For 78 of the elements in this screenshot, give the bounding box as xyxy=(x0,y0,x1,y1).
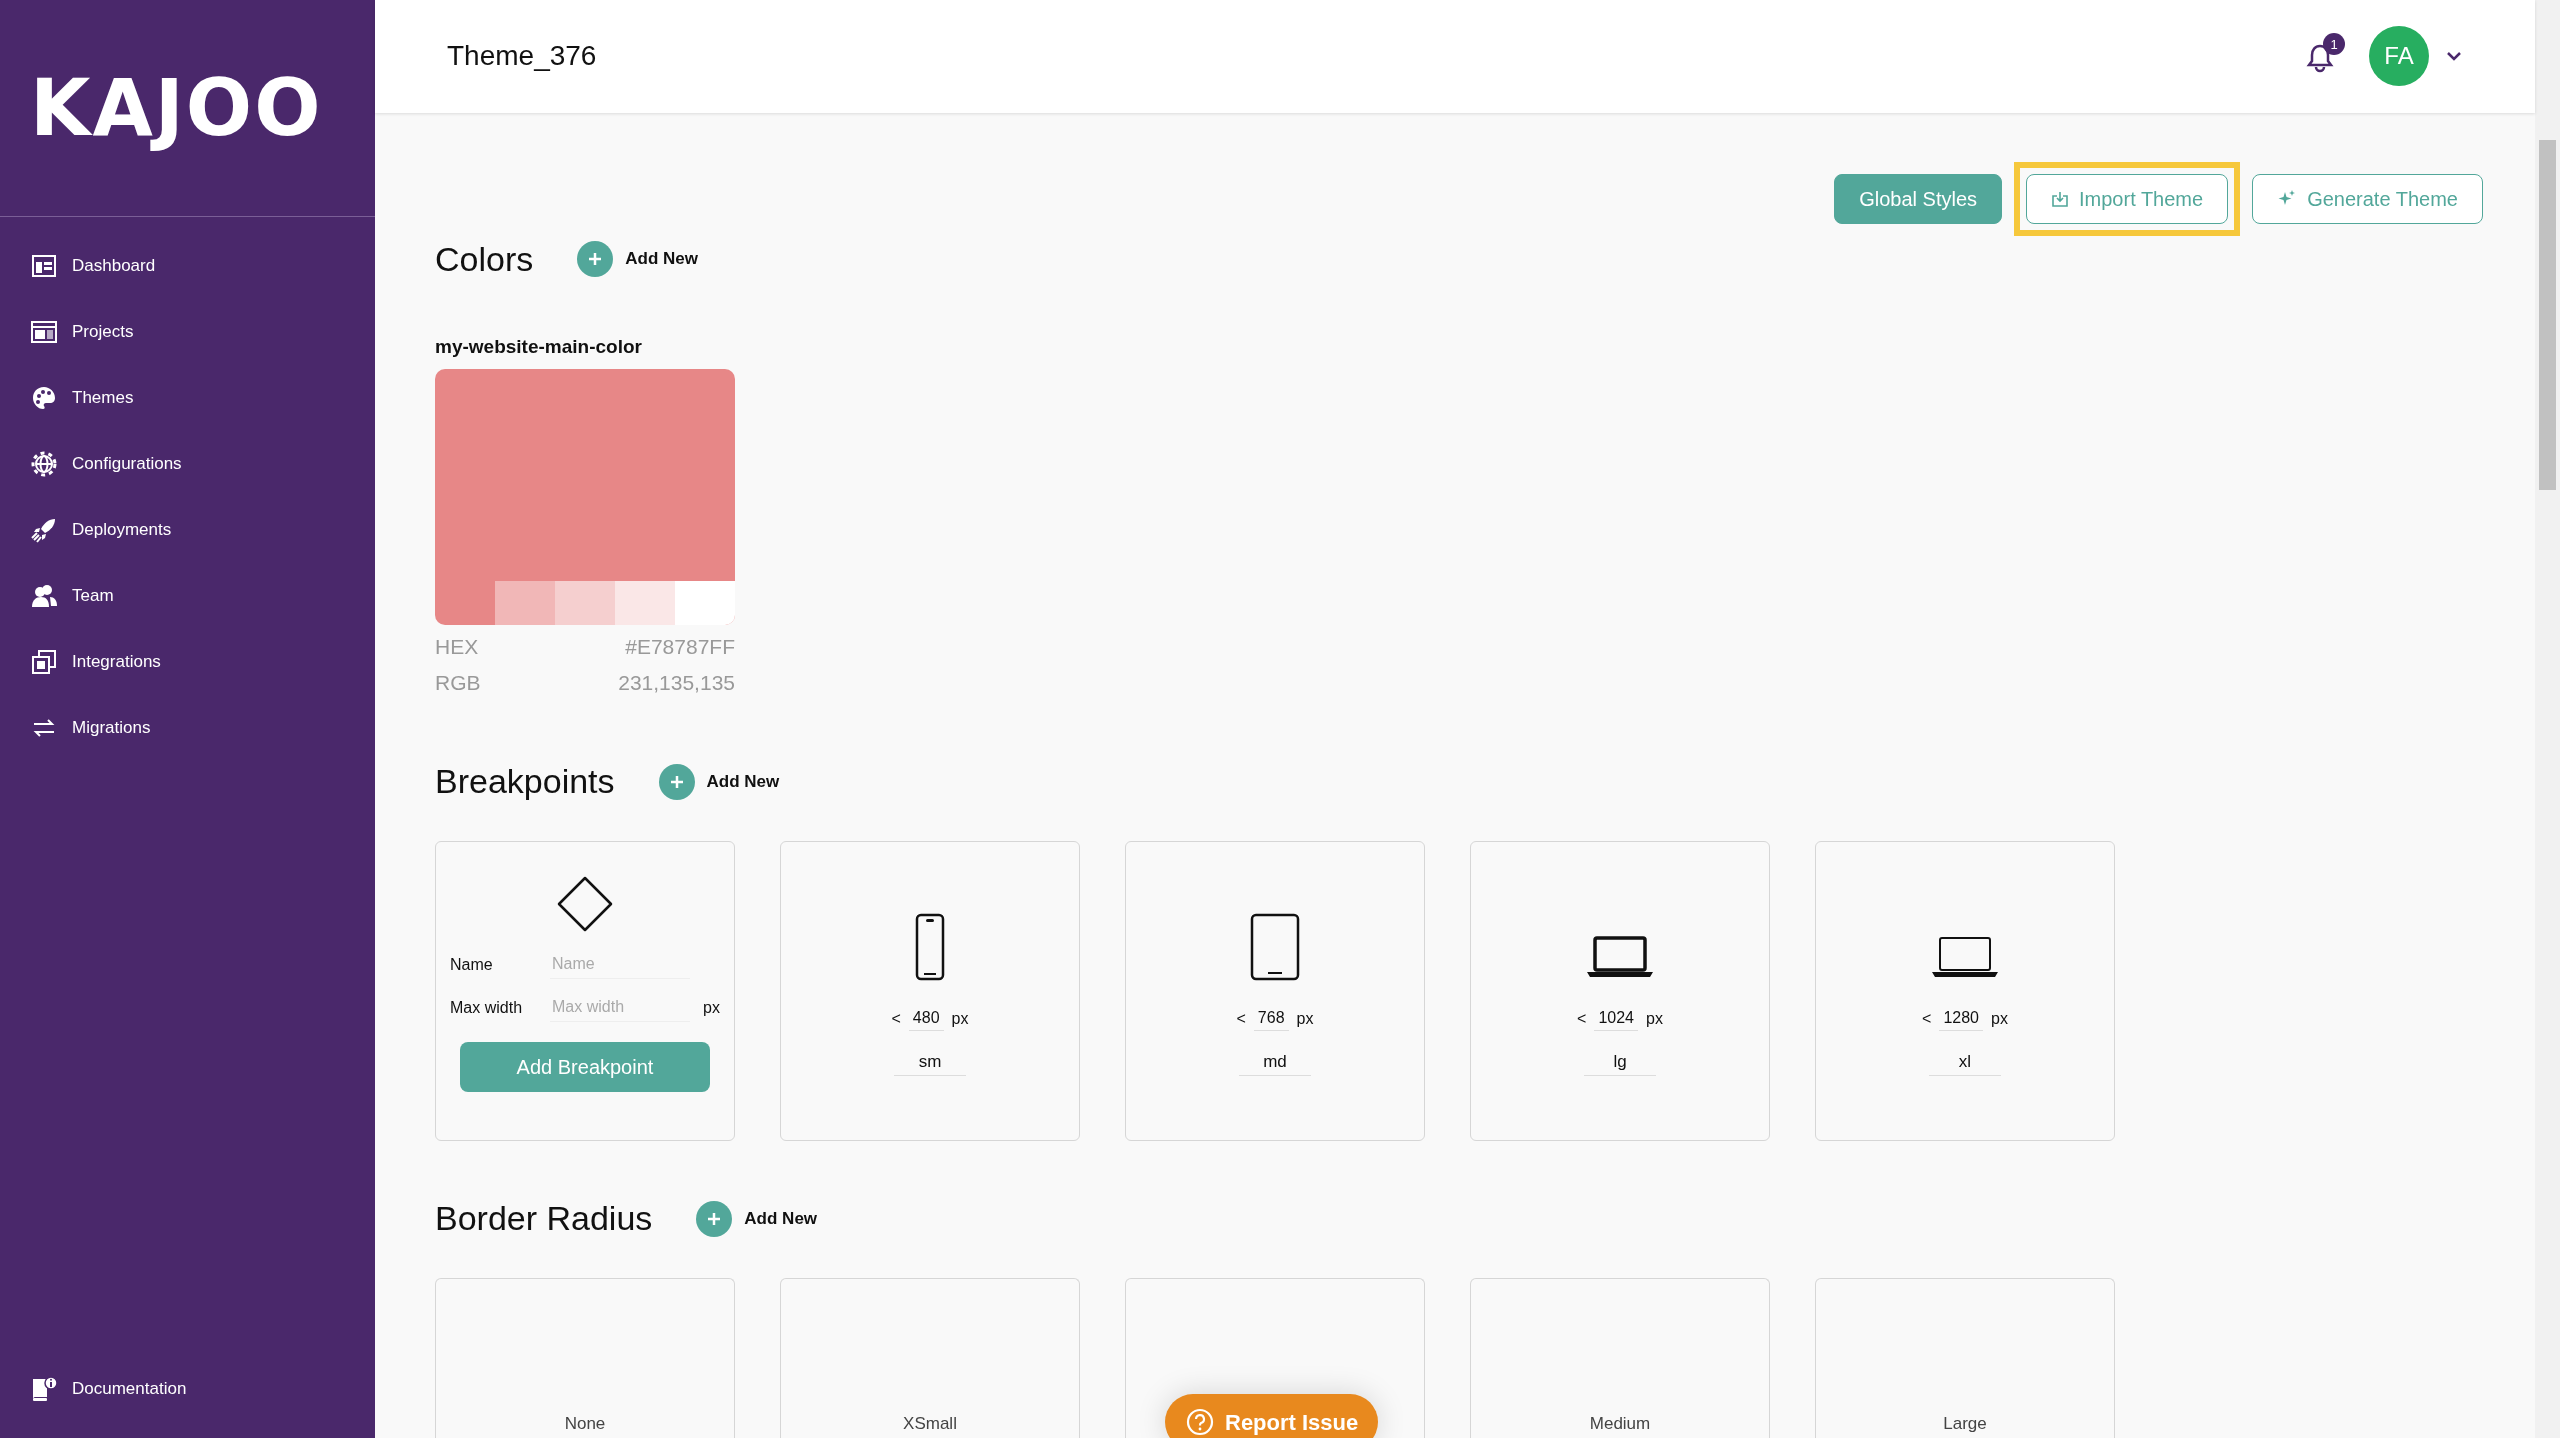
globe-gear-icon xyxy=(30,450,58,478)
unit-label: px xyxy=(1296,1008,1314,1029)
plus-icon xyxy=(658,763,695,800)
color-name: my-website-main-color xyxy=(435,334,643,359)
shade-swatch[interactable] xyxy=(675,581,735,625)
input-field[interactable]: Max width xyxy=(550,993,690,1022)
window-icon xyxy=(30,318,58,346)
sidebar-item[interactable]: Deployments xyxy=(0,497,375,563)
sidebar-item[interactable]: Migrations xyxy=(0,695,375,761)
section-heading: Breakpoints xyxy=(435,761,615,802)
plus-icon xyxy=(577,241,614,277)
color-value: #E78787FF xyxy=(625,634,735,660)
field-label: Max width xyxy=(450,997,524,1018)
less-than-sign: < xyxy=(1922,1008,1932,1029)
book-info-icon xyxy=(30,1375,58,1403)
less-than-sign: < xyxy=(1236,1008,1246,1029)
scrollbar-thumb[interactable] xyxy=(2539,140,2556,490)
shade-swatch[interactable] xyxy=(615,581,675,625)
breakpoint-width[interactable]: 1280 xyxy=(1939,1006,1983,1031)
radius-card[interactable]: Large xyxy=(1815,1278,2115,1438)
shade-swatch[interactable] xyxy=(495,581,555,625)
breakpoint-name[interactable]: lg xyxy=(1584,1049,1656,1076)
add-new-button[interactable]: Add New xyxy=(577,241,698,277)
color-swatch[interactable] xyxy=(435,369,735,625)
section-heading: Colors xyxy=(435,238,534,280)
sidebar-item[interactable]: Dashboard xyxy=(0,233,375,299)
bell-button[interactable]: 1 xyxy=(2299,33,2345,80)
radius-label: None xyxy=(564,1412,606,1435)
palette-icon xyxy=(30,384,58,412)
breakpoint-name[interactable]: sm xyxy=(894,1049,966,1076)
sidebar-item[interactable]: Projects xyxy=(0,299,375,365)
color-value: 231,135,135 xyxy=(618,669,735,696)
radius-card[interactable]: XSmall xyxy=(780,1278,1080,1438)
sidebar-item[interactable]: Team xyxy=(0,563,375,629)
rocket-icon xyxy=(30,516,58,544)
radius-label: XSmall xyxy=(903,1412,957,1435)
chevron-down-icon[interactable] xyxy=(2445,50,2463,63)
breakpoint-card[interactable]: < 480 px sm xyxy=(780,841,1080,1141)
radius-card[interactable]: None xyxy=(435,1278,735,1438)
breakpoint-name[interactable]: xl xyxy=(1929,1049,2001,1076)
download-icon xyxy=(2051,189,2070,208)
section-heading: Border Radius xyxy=(435,1198,653,1239)
sidebar-item[interactable]: Integrations xyxy=(0,629,375,695)
unit-label: px xyxy=(1991,1008,2008,1029)
breakpoint-width[interactable]: 480 xyxy=(908,1006,944,1031)
add-new-button[interactable]: Add New xyxy=(696,1200,818,1237)
people-icon xyxy=(30,582,58,610)
radius-label: Large xyxy=(1943,1412,1987,1435)
help-icon xyxy=(1185,1407,1215,1437)
squares-icon xyxy=(30,648,58,676)
field-label: Name xyxy=(450,954,494,975)
value-label: RGB xyxy=(435,669,481,696)
breakpoint-name[interactable]: md xyxy=(1239,1049,1311,1076)
dashboard-icon xyxy=(30,252,58,280)
less-than-sign: < xyxy=(891,1008,901,1029)
radius-card[interactable]: Medium xyxy=(1470,1278,1770,1438)
notification-badge: 1 xyxy=(2323,33,2345,56)
scrollbar[interactable] xyxy=(2535,0,2560,1438)
shade-swatch[interactable] xyxy=(555,581,615,625)
sidebar-item[interactable]: Documentation xyxy=(0,1356,375,1422)
unit-label: px xyxy=(951,1008,969,1029)
breakpoint-card[interactable]: < 1024 px lg xyxy=(1470,841,1770,1141)
breakpoint-width[interactable]: 768 xyxy=(1253,1006,1289,1031)
plus-icon xyxy=(696,1200,733,1237)
add-new-button[interactable]: Add New xyxy=(658,763,780,800)
unit-label: px xyxy=(703,997,720,1018)
radius-label: Medium xyxy=(1589,1412,1651,1435)
sidebar-item[interactable]: Themes xyxy=(0,365,375,431)
breakpoint-width[interactable]: 1024 xyxy=(1594,1006,1638,1031)
page-title: Theme_376 xyxy=(447,39,597,74)
sidebar-item[interactable]: Configurations xyxy=(0,431,375,497)
unit-label: px xyxy=(1646,1008,1663,1029)
tablet-icon xyxy=(1248,912,1302,982)
breakpoint-card[interactable]: < 768 px md xyxy=(1125,841,1425,1141)
input-field[interactable]: Name xyxy=(550,950,690,979)
less-than-sign: < xyxy=(1577,1008,1587,1029)
breakpoint-card[interactable]: < 1280 px xl xyxy=(1815,841,2115,1141)
value-label: HEX xyxy=(435,634,479,660)
